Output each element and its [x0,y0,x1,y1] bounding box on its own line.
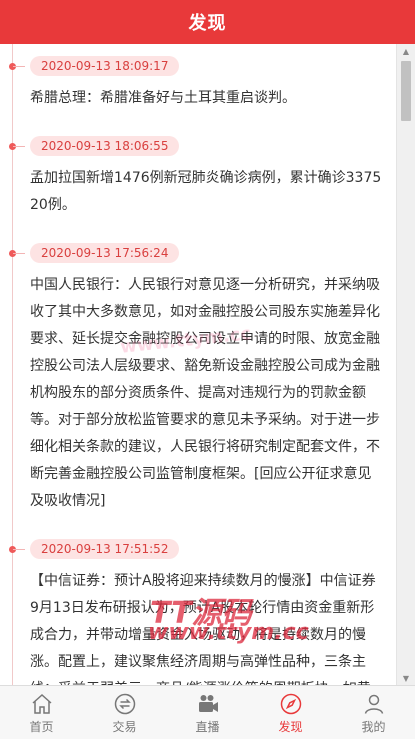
exchange-icon [114,693,135,715]
scroll-up-arrow-icon[interactable]: ▲ [397,44,415,59]
feed-item-time: 2020-09-13 18:06:55 [30,136,180,156]
feed-item-time: 2020-09-13 17:51:52 [30,539,180,559]
scroll-down-arrow-icon[interactable]: ▼ [397,671,415,686]
tab-home[interactable]: 首页 [0,686,83,739]
compass-icon [280,693,301,715]
tab-profile[interactable]: 我的 [332,686,415,739]
tab-exchange[interactable]: 交易 [83,686,166,739]
feed-item-time: 2020-09-13 18:09:17 [30,56,180,76]
page-title: 发现 [188,13,227,34]
bottom-tab-bar: 首页 交易 直播 发现 我的 [0,685,415,739]
tab-discover[interactable]: 发现 [249,686,332,739]
feed-item: 2020-09-13 18:06:55 孟加拉国新增1476例新冠肺炎确诊病例，… [0,124,397,219]
timeline-connector [13,549,25,550]
tab-label: 首页 [29,720,54,734]
tab-label: 我的 [361,720,386,734]
feed-item-text[interactable]: 中国人民银行：人民银行对意见逐一分析研究，并采纳吸收了其中大多数意见，如对金融控… [30,272,383,515]
feed-item: 2020-09-13 18:09:17 希腊总理：希腊准备好与土耳其重启谈判。 [0,44,397,112]
timeline-connector [13,253,25,254]
tab-label: 发现 [278,720,303,734]
feed-item-text[interactable]: 希腊总理：希腊准备好与土耳其重启谈判。 [30,85,383,112]
feed-item-text[interactable]: 【中信证券：预计A股将迎来持续数月的慢涨】中信证券9月13日发布研报认为，预计A… [30,568,383,686]
page-header: 发现 [0,0,415,44]
user-icon [364,694,383,714]
video-camera-icon [198,695,218,712]
timeline-connector [13,146,25,147]
feed-item: 2020-09-13 17:51:52 【中信证券：预计A股将迎来持续数月的慢涨… [0,527,397,686]
tab-label: 交易 [112,720,137,734]
tab-live[interactable]: 直播 [166,686,249,739]
scrollbar-thumb[interactable] [401,61,411,121]
home-icon [32,693,51,714]
feed-item-time: 2020-09-13 17:56:24 [30,243,180,263]
news-feed[interactable]: 2020-09-13 18:09:17 希腊总理：希腊准备好与土耳其重启谈判。 … [0,44,397,686]
tab-label: 直播 [195,720,220,734]
feed-item: 2020-09-13 17:56:24 中国人民银行：人民银行对意见逐一分析研究… [0,231,397,515]
timeline-connector [13,66,25,67]
feed-item-text[interactable]: 孟加拉国新增1476例新冠肺炎确诊病例，累计确诊337520例。 [30,165,383,219]
scrollbar[interactable]: ▲ ▼ [396,44,415,686]
